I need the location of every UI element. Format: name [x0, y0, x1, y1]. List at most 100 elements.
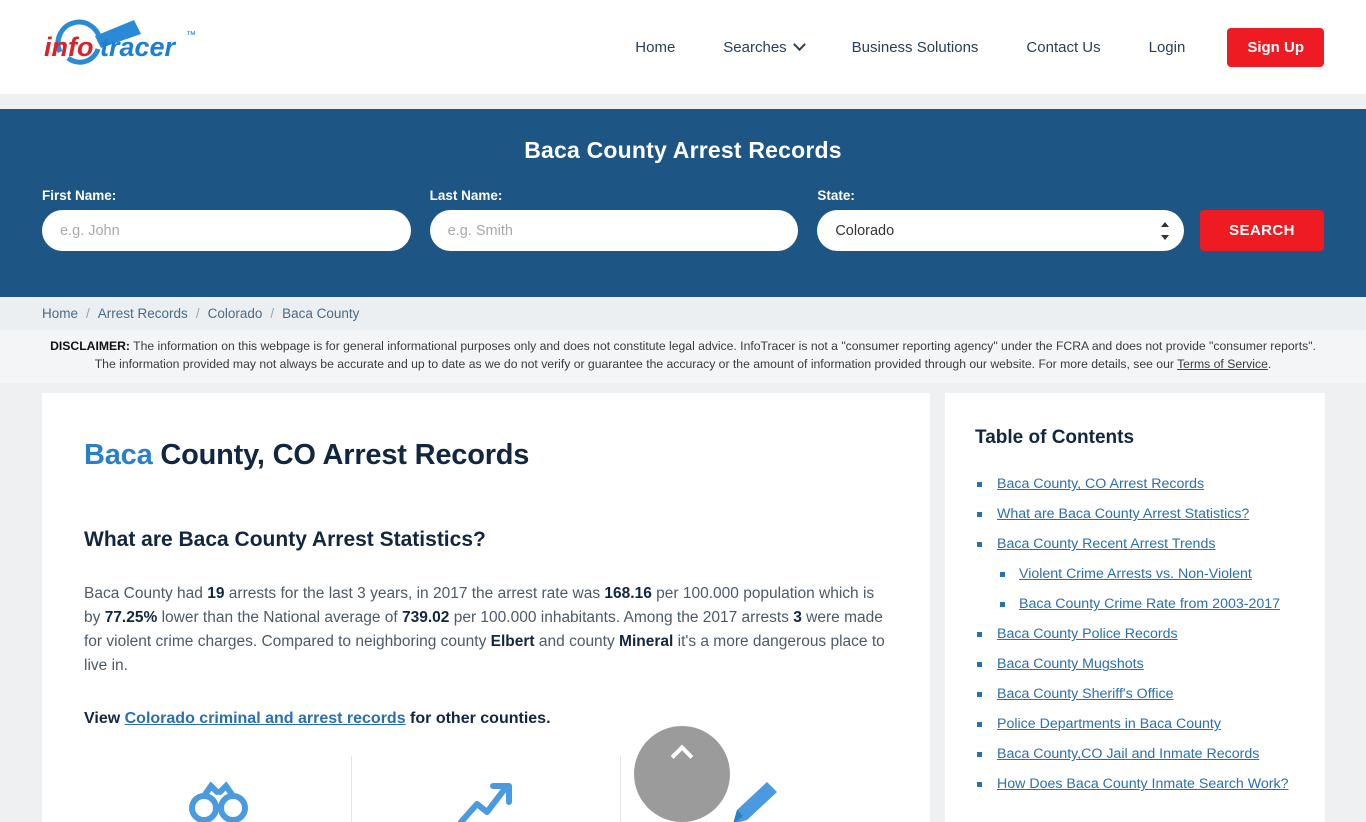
feature-icon-strip — [84, 756, 888, 822]
list-item: Baca County Crime Rate from 2003-2017 — [997, 595, 1295, 614]
section-heading-arrest-statistics: What are Baca County Arrest Statistics? — [84, 528, 486, 552]
list-item: Baca County,CO Jail and Inmate Records — [975, 745, 1295, 764]
breadcrumb-separator: / — [270, 306, 275, 322]
stat-national-average: 739.02 — [401, 609, 450, 627]
svg-text:™: ™ — [186, 30, 196, 41]
disclaimer-label: DISCLAIMER: — [50, 339, 130, 354]
list-item: Baca County Police Records — [975, 625, 1295, 644]
nav-contact-us-label: Contact Us — [1026, 38, 1101, 56]
site-header: info tracer ™ Home Searches Business Sol… — [0, 0, 1366, 94]
breadcrumb-item-home[interactable]: Home — [42, 306, 78, 321]
svg-text:tracer: tracer — [100, 32, 177, 62]
breadcrumb-separator: / — [195, 306, 200, 322]
svg-text:info: info — [44, 32, 93, 62]
page-title-rest: County, CO Arrest Records — [152, 439, 530, 472]
chevron-down-icon — [792, 37, 806, 51]
toc-link-police-departments[interactable]: Police Departments in Baca County — [997, 716, 1221, 732]
trend-arrow-icon — [458, 783, 512, 822]
nav-contact-us[interactable]: Contact Us — [1002, 39, 1124, 56]
stat-violent-arrests: 3 — [793, 609, 802, 627]
stat-text-2: arrests for the last 3 years, in 2017 th… — [224, 585, 605, 603]
nav-searches-label: Searches — [723, 38, 787, 56]
stat-text-1: Baca County had — [84, 585, 208, 603]
disclaimer-banner: DISCLAIMER: The information on this webp… — [0, 330, 1366, 384]
toc-list: Baca County, CO Arrest Records What are … — [975, 475, 1295, 794]
list-item: What are Baca County Arrest Statistics? — [975, 505, 1295, 524]
disclaimer-text: The information on this webpage is for g… — [94, 339, 1316, 371]
toc-link-jail-inmate-records[interactable]: Baca County,CO Jail and Inmate Records — [997, 746, 1259, 762]
pen-icon — [734, 782, 778, 822]
stat-text-7: and county — [534, 633, 620, 651]
list-item: Baca County, CO Arrest Records — [975, 475, 1295, 494]
site-logo[interactable]: info tracer ™ — [38, 8, 218, 78]
list-item: How Does Baca County Inmate Search Work? — [975, 775, 1295, 794]
state-field-group: State: Colorado — [817, 188, 1185, 252]
chevron-up-icon — [670, 744, 694, 768]
toc-link-mugshots[interactable]: Baca County Mugshots — [997, 656, 1144, 672]
main-navigation: Home Searches Business Solutions Contact… — [611, 0, 1324, 94]
nav-business-solutions-label: Business Solutions — [851, 38, 979, 56]
toc-sublist: Violent Crime Arrests vs. Non-Violent Ba… — [997, 565, 1295, 614]
view-prefix: View — [84, 710, 125, 728]
stat-total-arrests: 19 — [207, 585, 225, 603]
last-name-field-group: Last Name: — [429, 188, 799, 252]
arrest-statistics-paragraph: Baca County had 19 arrests for the last … — [84, 582, 888, 678]
toc-link-police-records[interactable]: Baca County Police Records — [997, 626, 1178, 642]
toc-link-inmate-search-works[interactable]: How Does Baca County Inmate Search Work? — [997, 776, 1289, 792]
first-name-field-group: First Name: — [42, 188, 411, 252]
stat-neighbor-county-b: Mineral — [619, 633, 674, 651]
stat-neighbor-county-a: Elbert — [490, 633, 535, 651]
arrest-records-search-form: First Name: Last Name: State: Colorado S… — [0, 188, 1366, 252]
sign-up-button[interactable]: Sign Up — [1227, 27, 1324, 67]
last-name-input[interactable] — [429, 210, 799, 252]
toc-title: Table of Contents — [975, 427, 1135, 449]
list-item: Violent Crime Arrests vs. Non-Violent — [997, 565, 1295, 584]
feature-cell-trends[interactable] — [352, 756, 621, 822]
page-title-highlight: Baca — [84, 439, 153, 472]
stat-arrest-rate: 168.16 — [604, 585, 652, 603]
nav-login[interactable]: Login — [1125, 39, 1210, 56]
breadcrumb: Home / Arrest Records / Colorado / Baca … — [0, 297, 1366, 331]
view-suffix: for other counties. — [405, 710, 551, 728]
nav-home[interactable]: Home — [611, 39, 699, 56]
feature-cell-handcuffs[interactable] — [84, 756, 353, 822]
search-banner: Baca County Arrest Records First Name: L… — [0, 109, 1366, 298]
breadcrumb-item-current: Baca County — [282, 306, 360, 322]
search-button[interactable]: SEARCH — [1200, 210, 1325, 252]
toc-link-arrest-statistics[interactable]: What are Baca County Arrest Statistics? — [997, 506, 1249, 522]
banner-title: Baca County Arrest Records — [524, 137, 842, 164]
stat-text-4: lower than the National average of — [157, 609, 402, 627]
infotracer-logo-icon: info tracer ™ — [44, 19, 196, 65]
table-of-contents-card: Table of Contents Baca County, CO Arrest… — [945, 393, 1325, 822]
toc-link-arrest-records[interactable]: Baca County, CO Arrest Records — [997, 476, 1204, 492]
page-title: Baca County, CO Arrest Records — [84, 439, 888, 472]
list-item: Baca County Recent Arrest Trends Violent… — [975, 535, 1295, 614]
nav-home-label: Home — [635, 38, 676, 56]
nav-business-solutions[interactable]: Business Solutions — [828, 39, 1003, 56]
first-name-input[interactable] — [42, 210, 411, 252]
breadcrumb-separator: / — [86, 306, 90, 322]
toc-link-violent-vs-nonviolent[interactable]: Violent Crime Arrests vs. Non-Violent — [1019, 566, 1252, 582]
list-item: Police Departments in Baca County — [975, 715, 1295, 734]
stat-text-5: per 100.000 inhabitants. Among the 2017 … — [449, 609, 794, 627]
toc-link-crime-rate-2003-2017[interactable]: Baca County Crime Rate from 2003-2017 — [1019, 596, 1280, 612]
breadcrumb-item-colorado[interactable]: Colorado — [208, 306, 263, 321]
main-content-card: Baca County, CO Arrest Records What are … — [42, 393, 930, 822]
scroll-to-top-button[interactable] — [634, 726, 730, 822]
terms-of-service-link[interactable]: Terms of Service — [1177, 357, 1268, 371]
list-item: Baca County Sheriff's Office — [975, 685, 1295, 704]
nav-searches[interactable]: Searches — [699, 37, 827, 56]
first-name-label: First Name: — [42, 188, 117, 204]
toc-link-sheriffs-office[interactable]: Baca County Sheriff's Office — [997, 686, 1173, 702]
state-select[interactable]: Colorado — [817, 210, 1185, 252]
view-other-counties-line: View Colorado criminal and arrest record… — [84, 710, 888, 728]
disclaimer-period: . — [1267, 356, 1272, 371]
toc-link-recent-arrest-trends[interactable]: Baca County Recent Arrest Trends — [997, 536, 1215, 552]
stat-percent-lower: 77.25% — [104, 609, 158, 627]
last-name-label: Last Name: — [429, 188, 503, 204]
list-item: Baca County Mugshots — [975, 655, 1295, 674]
breadcrumb-item-arrest-records[interactable]: Arrest Records — [98, 306, 188, 321]
nav-login-label: Login — [1148, 38, 1186, 56]
colorado-records-link[interactable]: Colorado criminal and arrest records — [125, 710, 406, 727]
state-label: State: — [817, 188, 855, 204]
